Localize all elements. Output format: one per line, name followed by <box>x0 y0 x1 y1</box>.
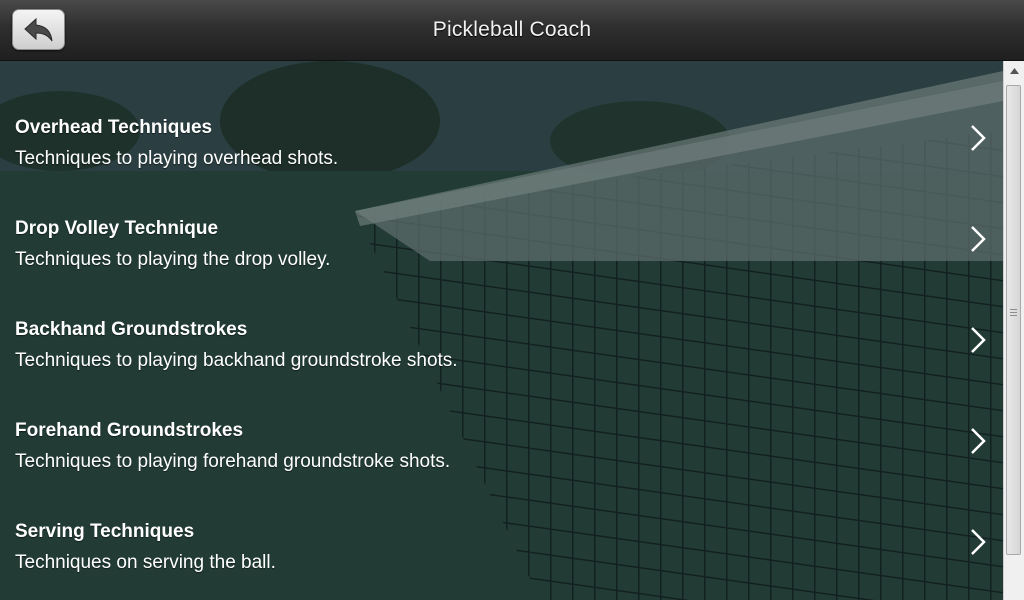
list-item[interactable]: Drop Volley Technique Techniques to play… <box>0 162 1003 270</box>
list-item-title: Forehand Groundstrokes <box>15 420 244 441</box>
scroll-grip-line <box>1010 315 1017 316</box>
list-item[interactable]: Backhand Groundstrokes Techniques to pla… <box>0 263 1003 371</box>
chevron-right-icon <box>971 125 986 151</box>
scroll-grip-line <box>1010 309 1017 310</box>
scroll-thumb[interactable] <box>1006 85 1021 555</box>
content-area: Overhead Techniques Techniques to playin… <box>0 61 1003 600</box>
title-bar: Pickleball Coach <box>0 0 1024 61</box>
chevron-right-icon <box>971 226 986 252</box>
list-item[interactable]: Forehand Groundstrokes Techniques to pla… <box>0 364 1003 472</box>
list-item-title: Drop Volley Technique <box>15 218 219 239</box>
list-item[interactable]: Overhead Techniques Techniques to playin… <box>0 61 1003 169</box>
scroll-up-arrow-icon[interactable] <box>1004 61 1024 81</box>
app-window: Pickleball Coach Overhead Techniques Tec… <box>0 0 1024 600</box>
vertical-scrollbar[interactable] <box>1003 61 1024 600</box>
chevron-right-icon <box>971 529 986 555</box>
list-item-title: Backhand Groundstrokes <box>15 319 248 340</box>
chevron-right-icon <box>971 428 986 454</box>
chevron-right-icon <box>971 327 986 353</box>
list-item-description: Techniques on serving the ball. <box>15 552 276 573</box>
list-item-title: Serving Techniques <box>15 521 195 542</box>
scroll-grip-line <box>1010 312 1017 313</box>
list-item-title: Overhead Techniques <box>15 117 213 138</box>
page-title: Pickleball Coach <box>432 18 592 41</box>
list-item[interactable]: Serving Techniques Techniques on serving… <box>0 465 1003 573</box>
